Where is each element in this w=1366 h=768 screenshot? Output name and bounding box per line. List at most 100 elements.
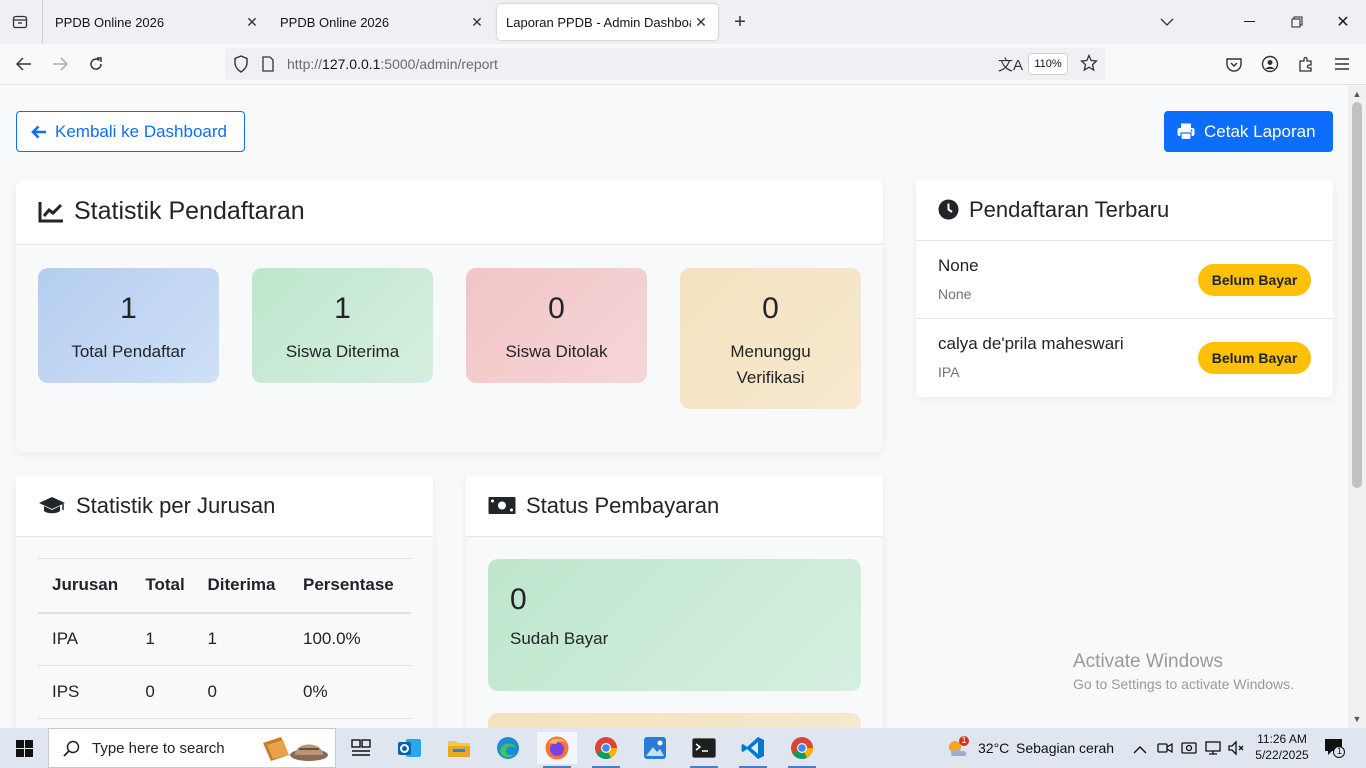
windows-start-icon[interactable]: [0, 728, 48, 768]
scroll-up-icon[interactable]: ▲: [1352, 89, 1362, 99]
clock-date: 5/22/2025: [1255, 748, 1309, 762]
firefox-icon[interactable]: [537, 732, 577, 768]
url-bar[interactable]: http://127.0.0.1:5000/admin/report 文A 11…: [225, 48, 1105, 80]
task-view-icon[interactable]: [341, 732, 381, 764]
extensions-icon[interactable]: [1294, 52, 1318, 76]
zoom-level-badge[interactable]: 110%: [1028, 53, 1068, 75]
stat-total-registrants: 1 Total Pendaftar: [38, 268, 219, 383]
new-tab-icon[interactable]: +: [728, 10, 752, 34]
tab-separator: [42, 0, 43, 44]
tab-overflow-chevron-icon[interactable]: [1152, 8, 1182, 36]
arrow-left-icon: [31, 125, 46, 138]
print-icon: [1177, 123, 1195, 140]
network-icon[interactable]: [1205, 740, 1221, 761]
terminal-icon[interactable]: [684, 732, 724, 768]
list-item[interactable]: calya de'prila maheswari IPA Belum Bayar: [916, 319, 1333, 397]
meet-now-icon[interactable]: [1157, 740, 1173, 761]
tab-laporan-active[interactable]: Laporan PPDB - Admin Dashboard ✕: [497, 4, 718, 40]
restore-icon[interactable]: [1282, 8, 1312, 36]
table-cell: 0%: [289, 665, 411, 719]
vscode-icon[interactable]: [733, 732, 773, 768]
card-header: Status Pembayaran: [466, 475, 883, 537]
scrollbar-thumb[interactable]: [1352, 102, 1362, 488]
pocket-icon[interactable]: [1222, 52, 1246, 76]
money-bill-icon: [488, 497, 516, 514]
payment-card-body: 0 Sudah Bayar: [466, 537, 883, 728]
url-prefix: http://: [287, 56, 323, 72]
registrant-major: None: [938, 286, 972, 302]
page-info-icon[interactable]: [261, 56, 275, 77]
paid-count-value: 0: [510, 583, 527, 616]
table-cell: 0: [131, 665, 194, 719]
tab-ppdb-1[interactable]: PPDB Online 2026 ✕: [46, 4, 266, 40]
close-tab-icon[interactable]: ✕: [467, 12, 487, 32]
card-header: Statistik per Jurusan: [16, 475, 433, 537]
minimize-icon[interactable]: [1235, 8, 1265, 36]
browser-nav-bar: http://127.0.0.1:5000/admin/report 文A 11…: [0, 44, 1366, 85]
bookmark-star-icon[interactable]: [1079, 53, 1099, 77]
registrant-name: None: [938, 256, 979, 275]
status-badge: Belum Bayar: [1198, 342, 1311, 374]
search-icon: [63, 740, 80, 757]
account-icon[interactable]: [1258, 52, 1282, 76]
stat-accepted: 1 Siswa Diterima: [252, 268, 433, 383]
tab-list-icon[interactable]: [8, 10, 32, 34]
table-cell: 0: [193, 665, 289, 719]
watermark-title: Activate Windows: [1073, 651, 1223, 672]
shield-icon[interactable]: [233, 55, 249, 78]
payment-card-title: Status Pembayaran: [526, 492, 720, 518]
volume-muted-icon[interactable]: [1228, 740, 1244, 761]
screen-capture-icon[interactable]: [1181, 740, 1197, 761]
forward-arrow-icon[interactable]: [48, 52, 72, 76]
stat-value: 0: [548, 292, 565, 325]
stat-label: Siswa Ditolak: [505, 342, 608, 361]
file-explorer-icon[interactable]: [439, 732, 479, 764]
windows-taskbar: Type here to search 1 32°C Sebagian cera…: [0, 728, 1366, 768]
taskbar-clock[interactable]: 11:26 AM 5/22/2025: [1253, 731, 1311, 763]
recent-registrations-card: Pendaftaran Terbaru None None Belum Baya…: [916, 179, 1333, 397]
tab-title: PPDB Online 2026: [55, 14, 165, 30]
page-scrollbar[interactable]: ▲ ▼: [1348, 86, 1366, 728]
url-text[interactable]: http://127.0.0.1:5000/admin/report: [287, 56, 498, 72]
back-button-label: Kembali ke Dashboard: [55, 121, 227, 141]
stat-pending: 0 Menunggu Verifikasi: [680, 268, 861, 409]
weather-description[interactable]: Sebagian cerah: [1016, 740, 1114, 756]
translate-icon[interactable]: 文A: [998, 54, 1023, 75]
scroll-down-icon[interactable]: ▼: [1352, 714, 1362, 724]
back-arrow-icon[interactable]: [12, 52, 36, 76]
close-window-icon[interactable]: ✕: [1328, 8, 1358, 36]
table-cell: 1: [193, 612, 289, 666]
edge-browser-icon[interactable]: [488, 732, 528, 764]
photos-app-icon[interactable]: [635, 732, 675, 764]
reload-icon[interactable]: [84, 52, 108, 76]
tab-ppdb-2[interactable]: PPDB Online 2026 ✕: [271, 4, 491, 40]
stat-label: Siswa Diterima: [285, 342, 400, 361]
menu-hamburger-icon[interactable]: [1330, 52, 1354, 76]
registration-stats-card: Statistik Pendaftaran 1 Total Pendaftar …: [16, 179, 883, 452]
stats-card-body: 1 Total Pendaftar 1 Siswa Diterima 0 Sis…: [16, 246, 883, 452]
stat-value: 1: [120, 292, 137, 325]
weather-temperature[interactable]: 32°C: [978, 740, 1009, 756]
chrome-icon[interactable]: [586, 732, 626, 768]
major-stats-table: Jurusan Total Diterima Persentase IPA 1 …: [38, 558, 411, 719]
close-tab-icon[interactable]: ✕: [242, 12, 262, 32]
column-header: Total: [131, 558, 194, 614]
report-page: Kembali ke Dashboard Cetak Laporan Stati…: [0, 86, 1348, 728]
paid-count-box: 0 Sudah Bayar: [488, 559, 861, 691]
outlook-icon[interactable]: [390, 732, 430, 764]
weather-icon[interactable]: 1: [945, 735, 971, 760]
recent-card-title: Pendaftaran Terbaru: [969, 196, 1170, 222]
clock-time: 11:26 AM: [1257, 732, 1307, 746]
url-path: :5000/admin/report: [380, 56, 498, 72]
table-row: IPA 1 1 100.0%: [38, 612, 411, 666]
chrome-profile-icon[interactable]: [782, 732, 822, 768]
registrant-major: IPA: [938, 364, 960, 380]
tray-chevron-up-icon[interactable]: [1133, 741, 1147, 759]
taskbar-search-box[interactable]: Type here to search: [48, 728, 336, 768]
close-tab-icon[interactable]: ✕: [691, 12, 711, 32]
notification-center-icon[interactable]: 1: [1324, 738, 1346, 763]
print-report-button[interactable]: Cetak Laporan: [1164, 111, 1333, 152]
table-row: IPS 0 0 0%: [38, 665, 411, 719]
back-to-dashboard-button[interactable]: Kembali ke Dashboard: [16, 111, 245, 152]
list-item[interactable]: None None Belum Bayar: [916, 241, 1333, 319]
